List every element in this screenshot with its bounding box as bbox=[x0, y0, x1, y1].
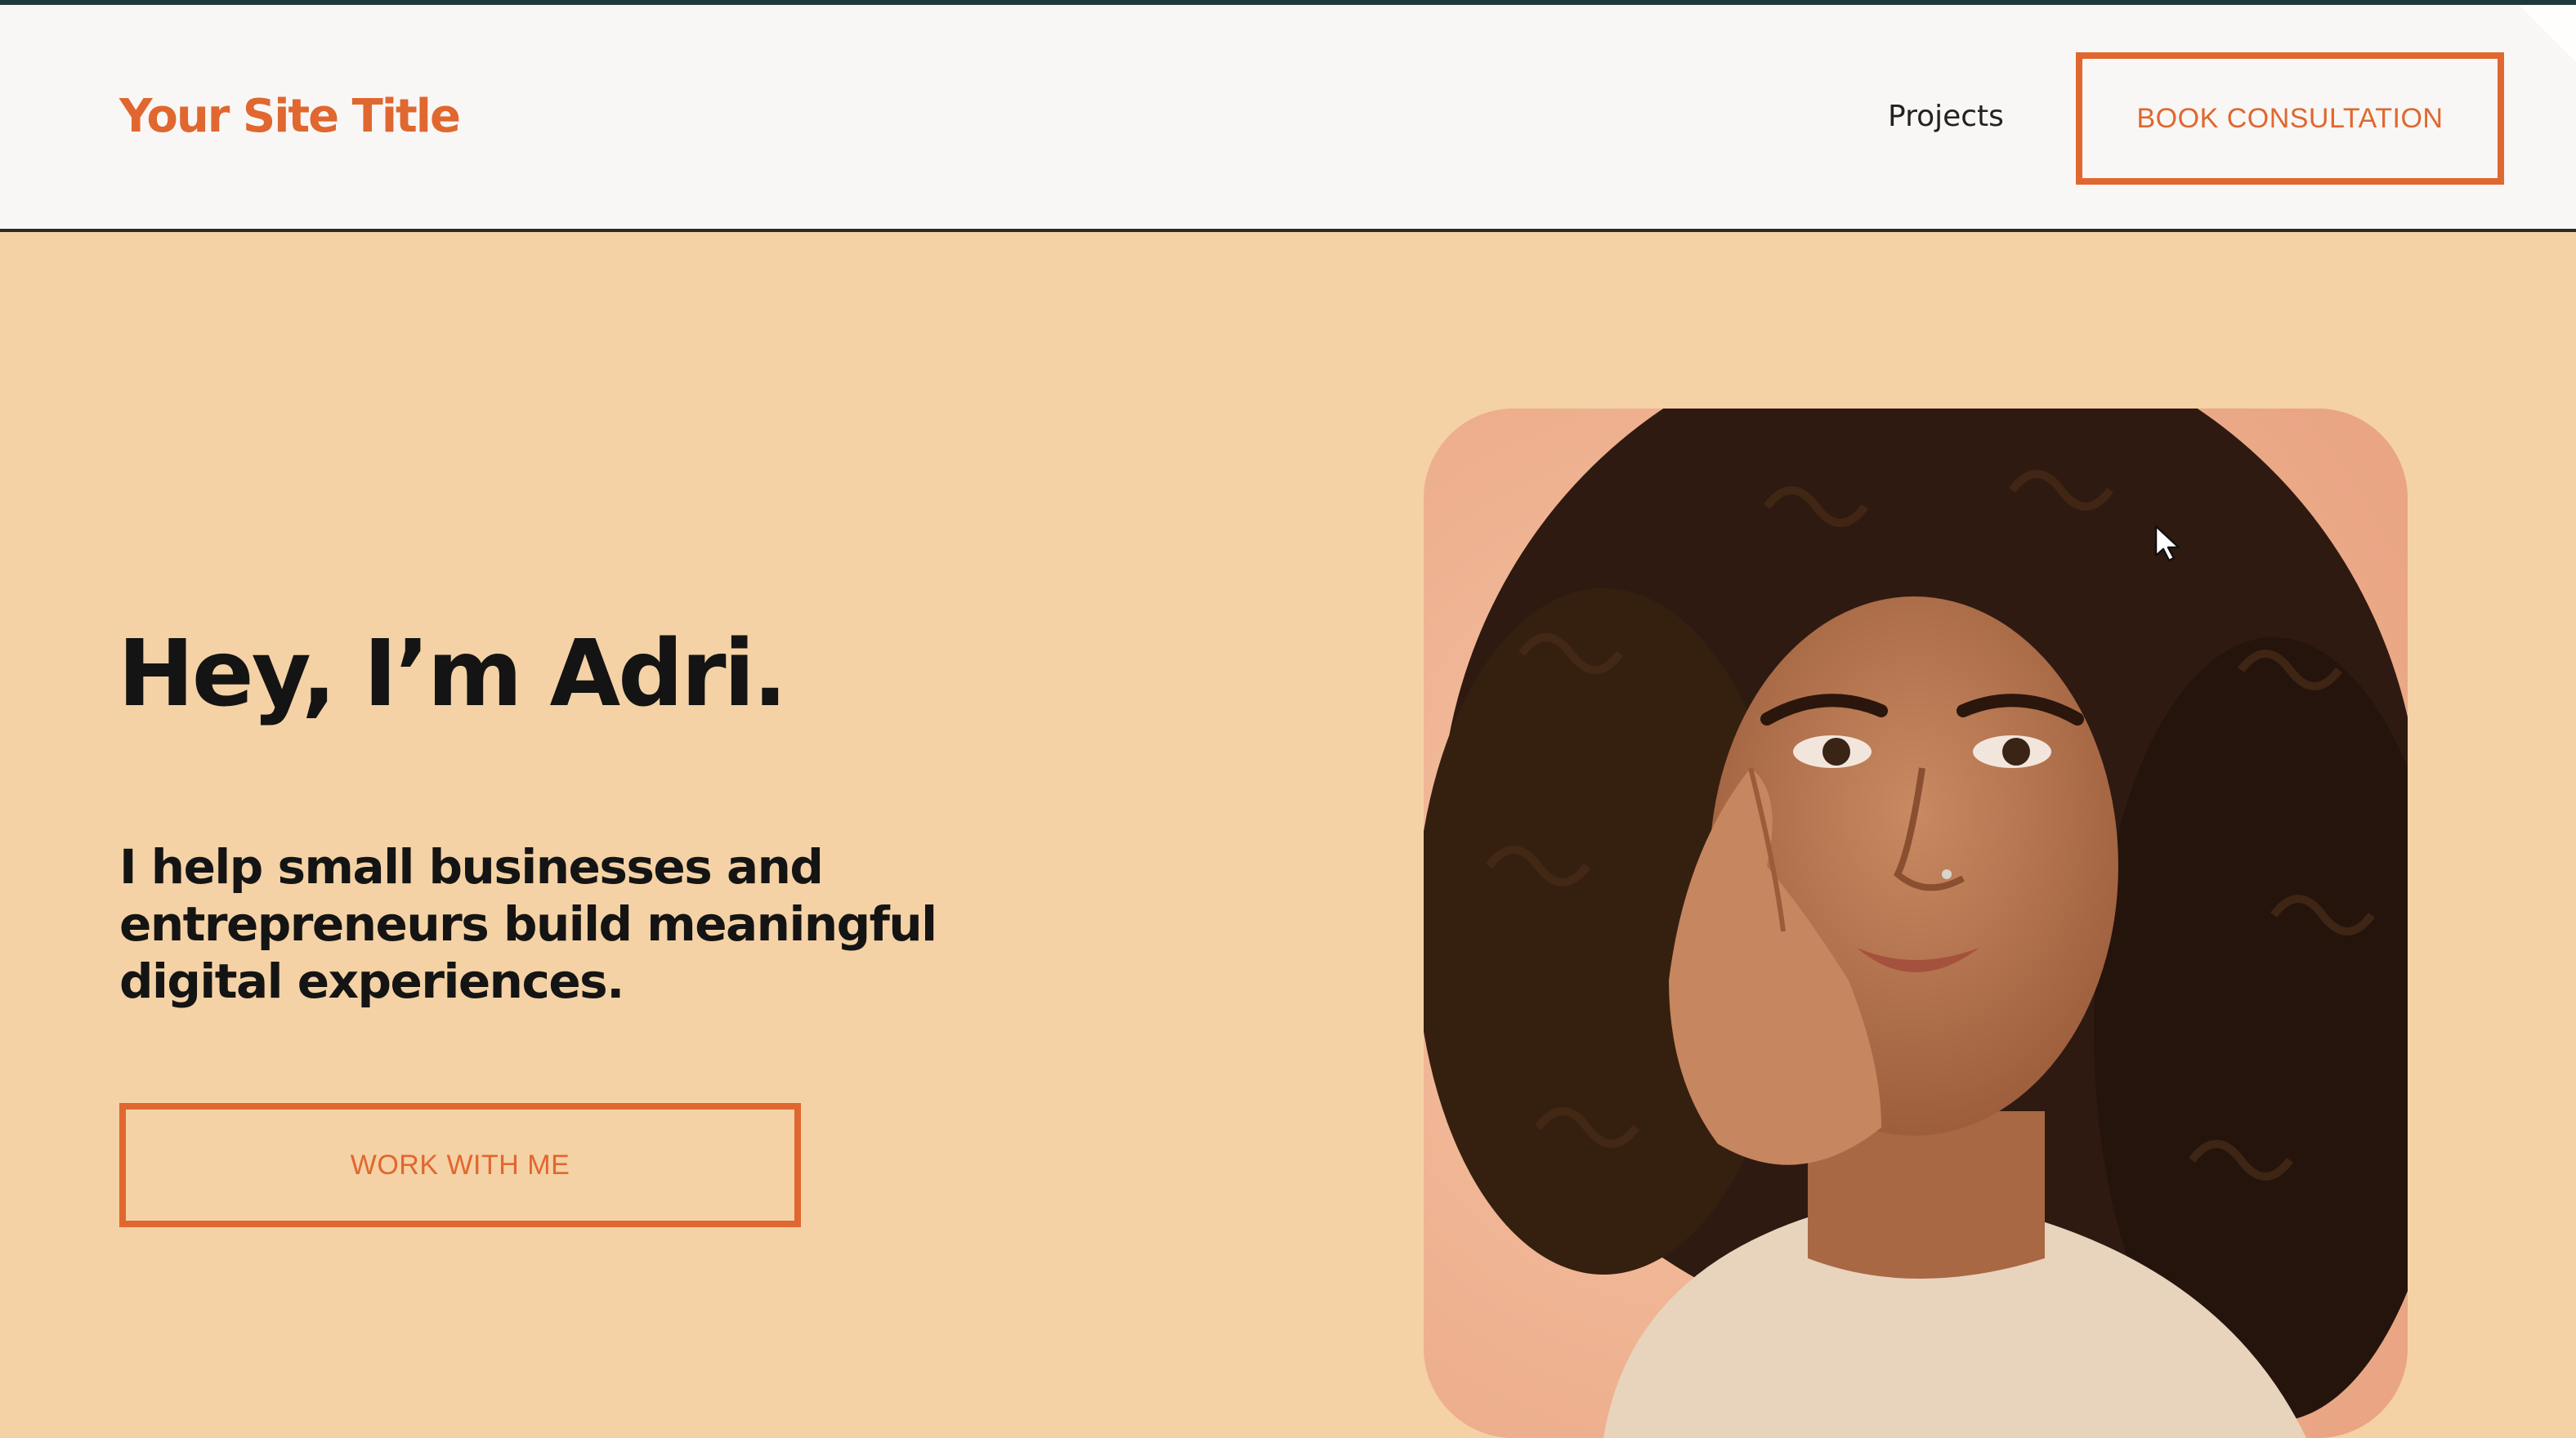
portrait-photo bbox=[1424, 409, 2408, 1438]
book-consultation-button[interactable]: BOOK CONSULTATION bbox=[2076, 52, 2504, 185]
site-title[interactable]: Your Site Title bbox=[119, 90, 461, 143]
page-corner-fold bbox=[2519, 5, 2576, 62]
portrait-illustration bbox=[1424, 409, 2408, 1438]
hero-title: Hey, I’m Adri. bbox=[118, 621, 787, 727]
site-header: Your Site Title Projects BOOK CONSULTATI… bbox=[0, 5, 2576, 232]
nav-link-projects[interactable]: Projects bbox=[1888, 100, 2004, 133]
hero-subtitle: I help small businesses and entrepreneur… bbox=[119, 839, 937, 1009]
mouse-pointer-icon bbox=[2154, 525, 2180, 562]
work-with-me-button[interactable]: WORK WITH ME bbox=[119, 1103, 801, 1227]
